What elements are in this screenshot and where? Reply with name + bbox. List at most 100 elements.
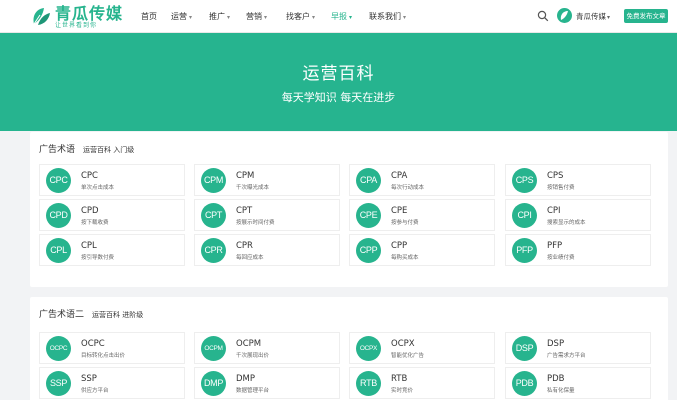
term-card[interactable]: CPR CPR 每回应成本	[194, 234, 340, 266]
term-description: 按引导数付费	[81, 255, 115, 261]
term-badge-icon: OCPX	[356, 336, 381, 361]
user-menu[interactable]: 青瓜传媒▾	[576, 11, 610, 22]
term-card[interactable]: RTB RTB 实时竞价	[349, 367, 495, 399]
term-badge-icon: CPP	[356, 238, 381, 263]
chevron-down-icon: ▾	[349, 14, 353, 21]
term-name: OCPM	[236, 339, 262, 349]
term-name: CPE	[391, 206, 408, 216]
term-badge-icon: SSP	[46, 371, 71, 396]
term-card[interactable]: CPS CPS 按销售付费	[505, 164, 651, 196]
term-badge-icon: CPE	[356, 203, 381, 228]
nav-label: 早报	[331, 12, 347, 21]
term-card[interactable]: CPI CPI 搜索显示的成本	[505, 199, 651, 231]
term-description: 按下载收费	[81, 220, 109, 226]
term-name: CPS	[547, 171, 564, 181]
term-name: DMP	[236, 374, 256, 384]
brand-logo[interactable]: 青瓜传媒 让世界看到你	[30, 2, 123, 32]
term-card[interactable]: OCPC OCPC 目标转化点击出价	[39, 332, 185, 364]
term-card[interactable]: OCPM OCPM 千次展现出价	[194, 332, 340, 364]
term-description: 目标转化点击出价	[81, 353, 126, 359]
nav-item-marketing[interactable]: 营销 ▾	[246, 11, 267, 22]
term-card[interactable]: CPP CPP 每购买成本	[349, 234, 495, 266]
term-card[interactable]: CPL CPL 按引导数付费	[39, 234, 185, 266]
term-badge-icon: CPC	[46, 168, 71, 193]
publish-article-button[interactable]: 免费发布文章	[624, 9, 668, 23]
term-card[interactable]: DMP DMP 数据管理平台	[194, 367, 340, 399]
term-badge-icon: CPA	[356, 168, 381, 193]
term-name: CPL	[81, 241, 97, 251]
term-description: 智能优化广告	[391, 353, 425, 359]
term-description: 私有化保量	[547, 388, 575, 394]
term-badge-icon: CPD	[46, 203, 71, 228]
term-card[interactable]: CPM CPM 千次曝光成本	[194, 164, 340, 196]
term-name: CPM	[236, 171, 255, 181]
leaf-avatar-icon	[560, 11, 568, 20]
hero-banner: 运营百科 每天学知识 每天在进步	[0, 33, 677, 131]
term-card[interactable]: CPT CPT 按展示时间付费	[194, 199, 340, 231]
term-badge-icon: PFP	[512, 238, 537, 263]
nav-label: 运营	[171, 12, 187, 21]
term-description: 按销售付费	[547, 185, 575, 191]
term-card[interactable]: PDB PDB 私有化保量	[505, 367, 651, 399]
breadcrumb: 运营百科 入门级	[83, 146, 135, 154]
term-badge-icon: CPS	[512, 168, 537, 193]
nav-label: 联系我们	[369, 12, 401, 21]
term-badge-icon: PDB	[512, 371, 537, 396]
chevron-down-icon: ▾	[227, 14, 231, 21]
brand-slogan: 让世界看到你	[55, 21, 98, 29]
term-badge-icon: CPT	[201, 203, 226, 228]
term-card[interactable]: CPE CPE 按参与付费	[349, 199, 495, 231]
chevron-down-icon: ▾	[264, 14, 268, 21]
term-description: 供应方平台	[81, 388, 109, 394]
term-badge-icon: DMP	[201, 371, 226, 396]
leaf-logo-icon	[33, 8, 50, 25]
search-icon[interactable]	[537, 10, 549, 22]
term-card[interactable]: DSP DSP 广告需求方平台	[505, 332, 651, 364]
section-title: 广告术语	[39, 145, 76, 155]
glossary-section-advanced: 广告术语二 运营百科 进阶级 OCPC OCPC 目标转化点击出价 OCPM OCPM 千…	[30, 297, 668, 400]
term-card[interactable]: CPC CPC 单次点击成本	[39, 164, 185, 196]
term-description: 按业绩付费	[547, 255, 575, 261]
chevron-down-icon: ▾	[189, 14, 193, 21]
term-name: CPP	[391, 241, 408, 251]
term-card[interactable]: PFP PFP 按业绩付费	[505, 234, 651, 266]
term-badge-icon: CPI	[512, 203, 537, 228]
term-card[interactable]: CPD CPD 按下载收费	[39, 199, 185, 231]
page-title: 运营百科	[302, 64, 375, 84]
nav-item-morning-news[interactable]: 早报 ▾	[331, 11, 352, 22]
term-description: 搜索显示的成本	[547, 220, 586, 226]
term-card[interactable]: SSP SSP 供应方平台	[39, 367, 185, 399]
brand-name: 青瓜传媒	[55, 3, 124, 23]
term-name: CPA	[391, 171, 408, 181]
term-description: 千次展现出价	[236, 353, 270, 359]
term-description: 按展示时间付费	[236, 220, 275, 226]
chevron-down-icon: ▾	[312, 14, 316, 21]
nav-item-operation[interactable]: 运营 ▾	[171, 11, 192, 22]
chevron-down-icon: ▾	[403, 14, 407, 21]
term-description: 单次点击成本	[81, 185, 115, 191]
term-description: 实时竞价	[391, 388, 414, 394]
nav-item-find-customers[interactable]: 找客户 ▾	[286, 11, 315, 22]
term-name: OCPC	[81, 339, 105, 349]
term-card[interactable]: CPA CPA 每次行动成本	[349, 164, 495, 196]
glossary-section-basic: 广告术语 运营百科 入门级 CPC CPC 单次点击成本 CPM CPM 千次曝光成本 CP…	[30, 132, 668, 287]
nav-label: 推广	[209, 12, 225, 21]
nav-item-contact-us[interactable]: 联系我们 ▾	[369, 11, 406, 22]
term-description: 按参与付费	[391, 220, 419, 226]
term-badge-icon: CPM	[201, 168, 226, 193]
nav-item-home[interactable]: 首页	[141, 11, 157, 22]
nav-item-promotion[interactable]: 推广 ▾	[209, 11, 230, 22]
term-name: CPD	[81, 206, 99, 216]
term-description: 每回应成本	[236, 255, 264, 261]
term-badge-icon: CPR	[201, 238, 226, 263]
term-name: CPR	[236, 241, 253, 251]
term-name: OCPX	[391, 339, 415, 349]
nav-label: 找客户	[286, 12, 310, 21]
avatar[interactable]	[557, 8, 572, 23]
term-description: 数据管理平台	[236, 388, 270, 394]
section-header: 广告术语二 运营百科 进阶级	[39, 307, 143, 320]
term-badge-icon: OCPC	[46, 336, 71, 361]
nav-label: 营销	[246, 12, 262, 21]
term-name: CPC	[81, 171, 98, 181]
term-card[interactable]: OCPX OCPX 智能优化广告	[349, 332, 495, 364]
